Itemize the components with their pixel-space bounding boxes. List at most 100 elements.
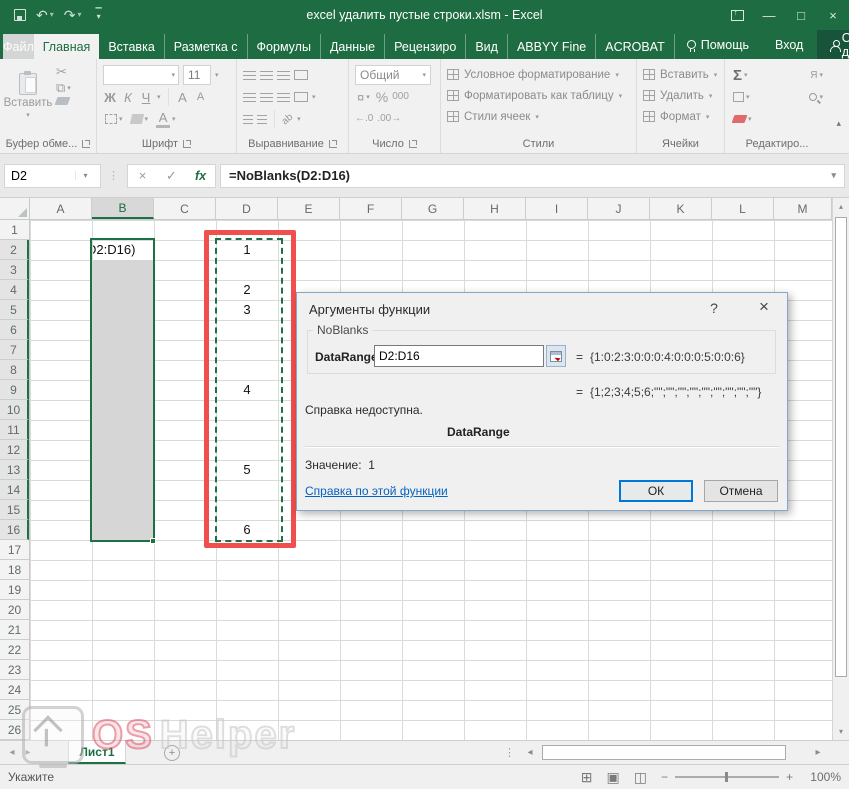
format-painter-button[interactable] <box>54 96 92 106</box>
zoom-out-button[interactable]: − <box>661 770 668 784</box>
sign-in-button[interactable]: Вход <box>761 38 817 52</box>
ribbon-tab[interactable]: Главная <box>34 34 100 59</box>
sheet-nav-left-icon[interactable]: ◂ <box>4 747 20 758</box>
ribbon-tab[interactable]: Рецензиро <box>385 34 466 59</box>
column-header[interactable]: I <box>526 198 588 219</box>
share-button[interactable]: Общий доступ <box>817 30 849 59</box>
name-box[interactable]: ▾ <box>4 164 101 188</box>
merge-center-button[interactable] <box>294 92 308 102</box>
comma-style-button[interactable]: 000 <box>392 92 409 102</box>
select-all-corner[interactable] <box>0 198 30 220</box>
clear-button[interactable]: ▾ <box>731 114 754 124</box>
page-break-view-icon[interactable]: ◫ <box>634 769 647 786</box>
accounting-format-button[interactable]: ¤▾ <box>355 90 372 105</box>
enter-entry-button[interactable]: ✓ <box>157 168 186 184</box>
underline-button[interactable]: Ч <box>139 90 153 105</box>
align-top-button[interactable] <box>243 71 256 80</box>
sheet-nav-right-icon[interactable]: ▸ <box>20 747 36 758</box>
vertical-scrollbar[interactable]: ▴ ▾ <box>832 198 849 740</box>
scroll-up-icon[interactable]: ▴ <box>833 198 849 215</box>
undo-button[interactable]: ↶▾ <box>36 8 54 22</box>
style-menu-button[interactable]: Условное форматирование ▾ <box>447 64 632 85</box>
copy-button[interactable]: ⧉▾ <box>54 80 92 95</box>
column-header[interactable]: J <box>588 198 650 219</box>
dialog-close-button[interactable]: × <box>753 297 775 317</box>
dialog-launcher-icon[interactable] <box>82 140 90 148</box>
dialog-launcher-icon[interactable] <box>329 140 337 148</box>
align-middle-button[interactable] <box>260 71 273 80</box>
decrease-indent-button[interactable] <box>243 115 253 124</box>
fill-button[interactable]: ▾ <box>731 91 752 103</box>
column-header[interactable]: F <box>340 198 402 219</box>
column-header[interactable]: E <box>278 198 340 219</box>
scroll-right-icon[interactable]: ▸ <box>810 747 826 758</box>
expand-formula-bar-icon[interactable]: ▾ <box>831 170 836 181</box>
align-right-button[interactable] <box>277 93 290 102</box>
ok-button[interactable]: ОК <box>619 480 693 502</box>
normal-view-icon[interactable]: ⊞ <box>581 769 593 786</box>
fill-color-button[interactable]: ▾ <box>129 113 151 125</box>
ribbon-tab[interactable]: ABBYY Fine <box>508 34 596 59</box>
ribbon-tab[interactable]: Формулы <box>248 34 321 59</box>
dialog-help-button[interactable]: ? <box>705 300 723 316</box>
argument-range-input[interactable] <box>374 345 544 367</box>
zoom-slider[interactable] <box>675 776 779 778</box>
style-menu-button[interactable]: Форматировать как таблицу ▾ <box>447 85 632 106</box>
close-button[interactable]: × <box>817 0 849 30</box>
column-header[interactable]: G <box>402 198 464 219</box>
zoom-level[interactable]: 100% <box>807 770 841 784</box>
find-select-button[interactable]: ▾ <box>807 92 825 102</box>
collapse-ribbon-button[interactable]: ▴ <box>836 118 841 129</box>
vertical-scroll-thumb[interactable] <box>835 217 847 677</box>
font-name-combobox[interactable]: ▾ <box>103 65 179 85</box>
zoom-slider-thumb[interactable] <box>725 772 728 782</box>
decrease-font-size-button[interactable]: А <box>194 91 208 103</box>
column-header[interactable]: C <box>154 198 216 219</box>
add-sheet-button[interactable]: + <box>164 745 180 761</box>
scroll-left-icon[interactable]: ◂ <box>522 747 538 758</box>
minimize-button[interactable]: — <box>753 0 785 30</box>
cancel-entry-button[interactable]: × <box>128 168 157 183</box>
cells-menu-button[interactable]: Вставить ▾ <box>643 64 720 85</box>
ribbon-display-options-button[interactable] <box>721 0 753 30</box>
decrease-decimal-button[interactable]: .00→ <box>377 114 401 124</box>
align-bottom-button[interactable] <box>277 71 290 80</box>
font-size-combobox[interactable]: 11 <box>183 65 211 85</box>
percent-style-button[interactable]: % <box>376 90 388 104</box>
page-layout-view-icon[interactable]: ▣ <box>607 769 620 786</box>
sheet-tab-list1[interactable]: Лист1 <box>68 741 126 764</box>
name-box-input[interactable] <box>5 169 75 183</box>
ribbon-tab[interactable]: Разметка с <box>165 34 248 59</box>
style-menu-button[interactable]: Стили ячеек ▾ <box>447 106 632 127</box>
paste-button[interactable]: Вставить ▾ <box>6 64 50 128</box>
column-header[interactable]: K <box>650 198 712 219</box>
align-center-button[interactable] <box>260 93 273 102</box>
cells-menu-button[interactable]: Формат ▾ <box>643 106 720 127</box>
range-picker-button[interactable] <box>546 345 566 367</box>
italic-button[interactable]: К <box>121 90 135 105</box>
cut-button[interactable]: ✂ <box>54 64 92 79</box>
horizontal-scroll-thumb[interactable] <box>542 745 786 760</box>
ribbon-tab[interactable]: ACROBAT <box>596 34 675 59</box>
autosum-button[interactable]: Σ▾ <box>731 67 750 84</box>
column-header[interactable]: B <box>92 198 154 219</box>
column-header[interactable]: M <box>774 198 832 219</box>
formula-bar-splitter[interactable]: ⋮ <box>105 169 123 182</box>
customize-qat-button[interactable]: ▔▾ <box>96 11 102 19</box>
horizontal-splitter[interactable]: ⋮ <box>504 746 515 759</box>
maximize-button[interactable]: □ <box>785 0 817 30</box>
save-button[interactable] <box>14 9 26 21</box>
column-header[interactable]: H <box>464 198 526 219</box>
increase-font-size-button[interactable]: А <box>176 90 190 105</box>
increase-indent-button[interactable] <box>257 115 267 124</box>
cancel-button[interactable]: Отмена <box>704 480 778 502</box>
insert-function-button[interactable]: fx <box>186 169 215 183</box>
zoom-in-button[interactable]: + <box>786 770 793 784</box>
formula-input[interactable]: =NoBlanks(D2:D16) ▾ <box>220 164 845 188</box>
dialog-launcher-icon[interactable] <box>183 140 191 148</box>
scroll-down-icon[interactable]: ▾ <box>833 723 849 740</box>
column-header[interactable]: D <box>216 198 278 219</box>
sort-filter-button[interactable]: Я▾ <box>808 69 825 82</box>
bold-button[interactable]: Ж <box>103 90 117 105</box>
tab-help[interactable]: Помощь <box>675 38 761 52</box>
